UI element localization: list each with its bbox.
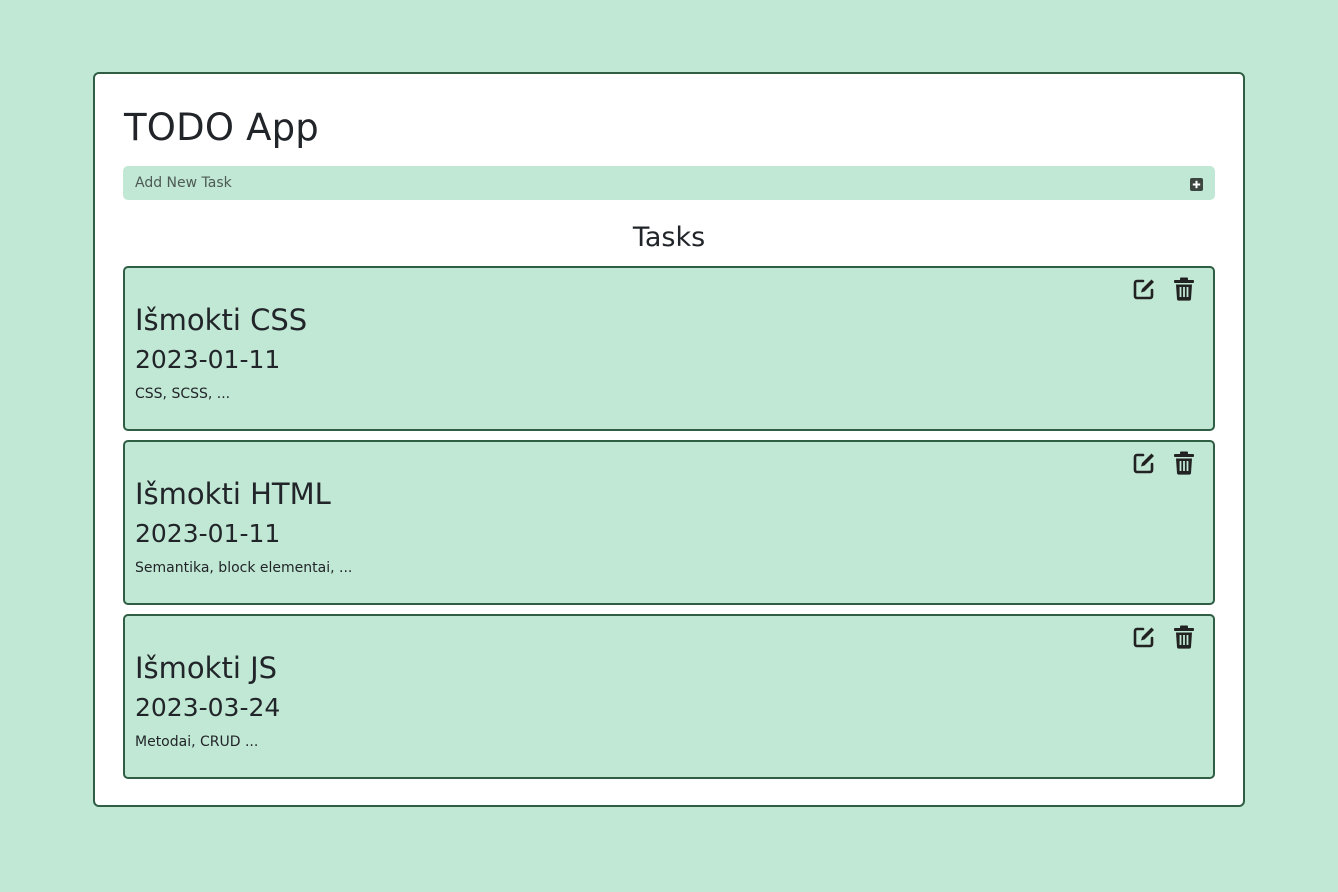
- task-date: 2023-03-24: [135, 693, 281, 722]
- app-card: TODO App Add New Task Tasks Išmokti CSS …: [93, 72, 1245, 807]
- tasks-heading: Tasks: [632, 222, 706, 253]
- task-actions: [1131, 450, 1197, 476]
- task-card: Išmokti JS 2023-03-24 Metodai, CRUD ...: [123, 614, 1215, 779]
- task-description: Metodai, CRUD ...: [135, 734, 259, 750]
- trash-icon[interactable]: [1171, 450, 1197, 476]
- task-date: 2023-01-11: [135, 345, 281, 374]
- app-title: TODO App: [124, 106, 319, 149]
- edit-icon[interactable]: [1131, 276, 1157, 302]
- trash-icon[interactable]: [1171, 276, 1197, 302]
- task-title: Išmokti CSS: [135, 303, 308, 337]
- edit-icon[interactable]: [1131, 450, 1157, 476]
- task-date: 2023-01-11: [135, 519, 281, 548]
- task-card: Išmokti HTML 2023-01-11 Semantika, block…: [123, 440, 1215, 605]
- edit-icon[interactable]: [1131, 624, 1157, 650]
- add-task-label: Add New Task: [135, 175, 232, 191]
- task-actions: [1131, 276, 1197, 302]
- task-description: Semantika, block elementai, ...: [135, 560, 353, 576]
- task-card: Išmokti CSS 2023-01-11 CSS, SCSS, ...: [123, 266, 1215, 431]
- task-description: CSS, SCSS, ...: [135, 386, 231, 402]
- task-actions: [1131, 624, 1197, 650]
- trash-icon[interactable]: [1171, 624, 1197, 650]
- task-title: Išmokti JS: [135, 651, 278, 685]
- task-title: Išmokti HTML: [135, 477, 331, 511]
- add-task-button[interactable]: Add New Task: [123, 166, 1215, 200]
- plus-square-icon: [1190, 176, 1203, 191]
